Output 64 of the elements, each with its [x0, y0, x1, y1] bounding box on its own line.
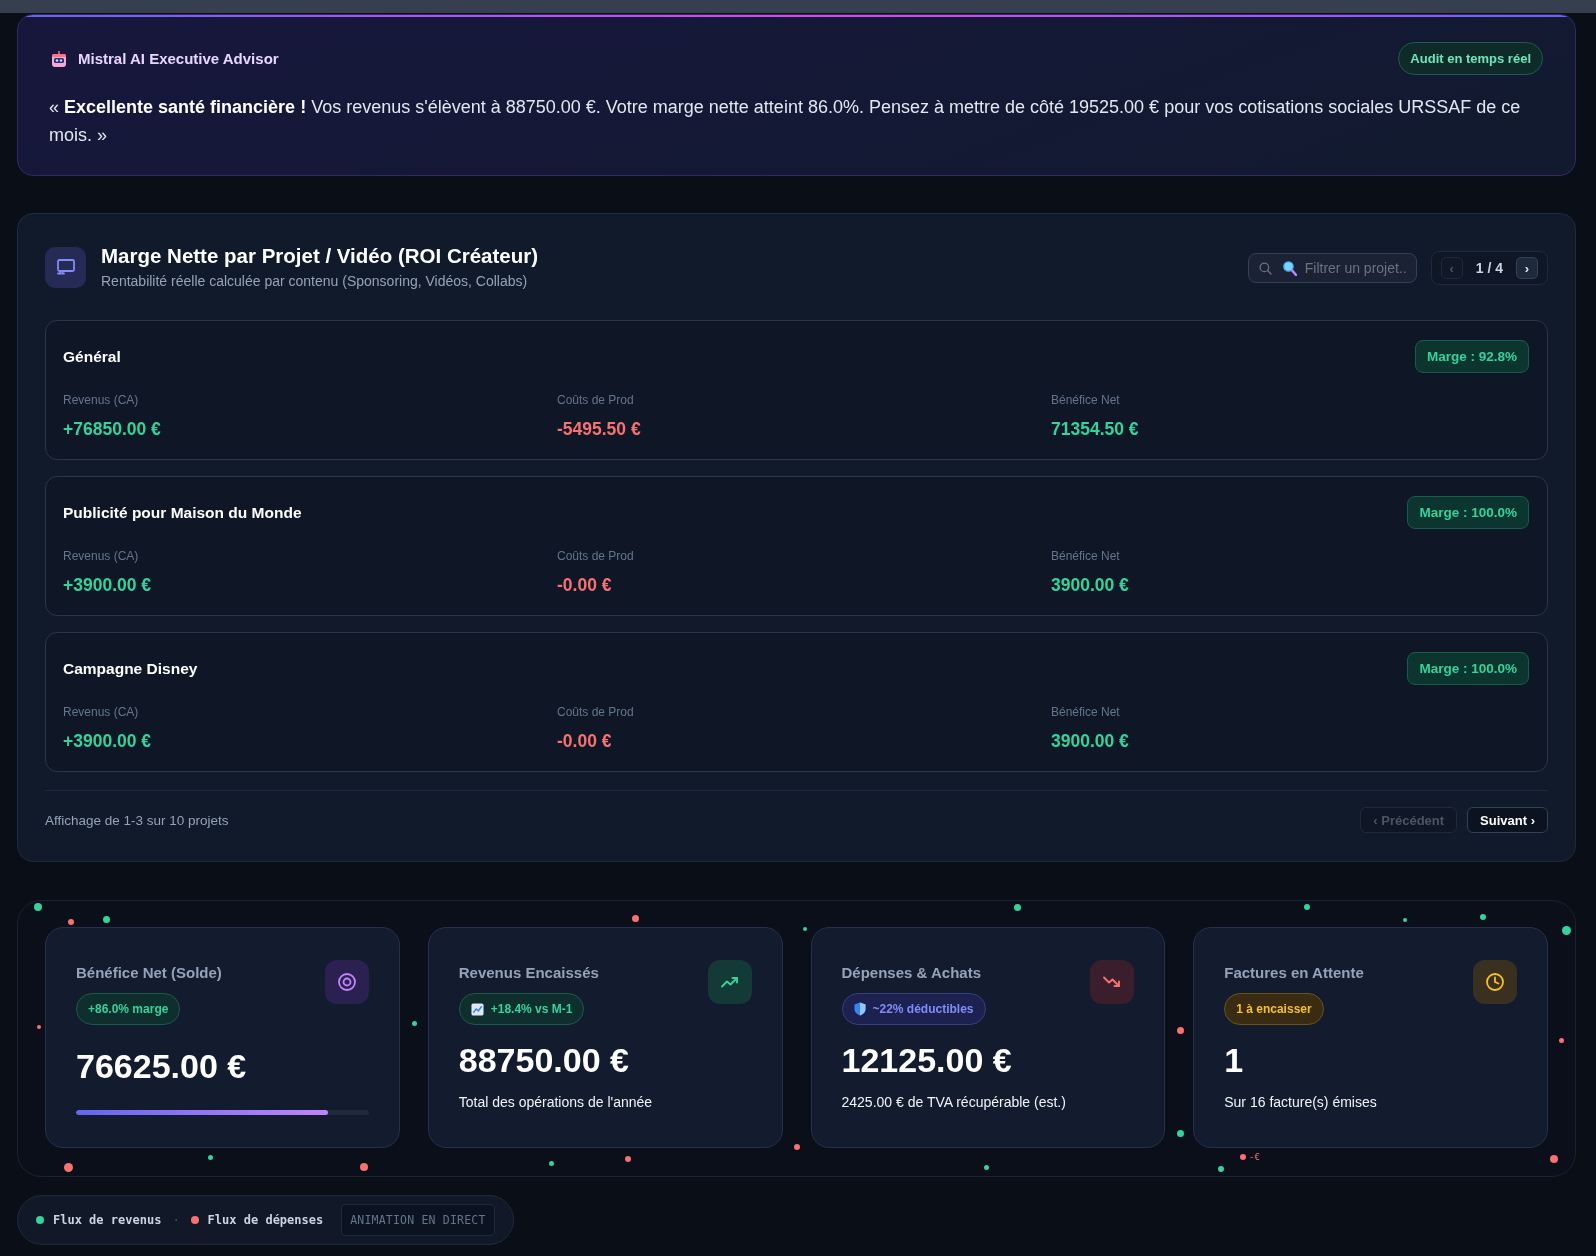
target-icon: [324, 960, 369, 1004]
metric-value: -0.00 €: [557, 574, 612, 596]
stat-value: 76625.00 €: [76, 1046, 247, 1086]
metric-value: +3900.00 €: [63, 730, 152, 752]
pagination-summary: Affichage de 1-3 sur 10 projets: [45, 812, 229, 828]
stat-title: Dépenses & Achats: [841, 963, 981, 983]
stat-value: 1: [1224, 1040, 1244, 1080]
panel-subtitle: Rentabilité réelle calculée par contenu (Sponsoring, Vidéos, Collabs): [101, 271, 528, 290]
advisor-message: « Excellente santé financière ! Vos revenus s'élèvent à 88750.00 €. Votre marge nette atteint 86.0%. Pensez à mettre de côté 19525.00 € pour vos cotisations sociales URSSAF de ce mois. »: [49, 96, 1522, 147]
animation-tag: ANIMATION EN DIRECT: [341, 1204, 495, 1236]
margin-badge: Marge : 92.8%: [1414, 340, 1529, 373]
metric-label: Coûts de Prod: [557, 704, 634, 720]
advisor-title: Mistral AI Executive Advisor: [78, 50, 279, 67]
metric-value: +3900.00 €: [63, 574, 152, 596]
stat-note: Sur 16 facture(s) émises: [1224, 1093, 1377, 1112]
metric-value: 71354.50 €: [1051, 418, 1139, 440]
monitor-icon: [45, 246, 86, 288]
metric-label: Bénéfice Net: [1051, 548, 1120, 564]
magnifying-glass-icon: [1282, 261, 1297, 276]
stat-value: 12125.00 €: [841, 1040, 1012, 1080]
stat-note: Total des opérations de l'année: [458, 1093, 653, 1112]
stat-title: Revenus Encaissés: [458, 963, 599, 983]
chart-icon: [470, 1002, 484, 1016]
metric-value: +76850.00 €: [63, 418, 161, 440]
search-icon: [1258, 262, 1272, 275]
stat-title: Factures en Attente: [1224, 963, 1364, 983]
badge-text: ~22% déductibles: [872, 1002, 974, 1016]
stat-badge: 1 à encaisser: [1224, 993, 1324, 1025]
shield-icon: [853, 1002, 866, 1016]
project-name: Campagne Disney: [63, 659, 198, 678]
trend-up-icon: [707, 960, 752, 1004]
metric-label: Coûts de Prod: [557, 392, 634, 408]
legend-label: Flux de dépenses: [207, 1213, 324, 1227]
metric-label: Bénéfice Net: [1051, 392, 1120, 408]
panel-title: Marge Nette par Projet / Vidéo (ROI Créateur): [101, 242, 539, 269]
metric-value: 3900.00 €: [1051, 574, 1129, 596]
badge-text: +18.4% vs M-1: [490, 1002, 573, 1016]
margin-badge: Marge : 100.0%: [1407, 496, 1529, 529]
status-badge: Audit en temps réel: [1398, 42, 1543, 75]
project-name: Publicité pour Maison du Monde: [63, 503, 302, 522]
metric-value: -5495.50 €: [557, 418, 641, 440]
metric-label: Coûts de Prod: [557, 548, 634, 564]
flow-label: -€: [1249, 1151, 1260, 1163]
metric-label: Revenus (CA): [63, 392, 139, 408]
metric-label: Revenus (CA): [63, 704, 139, 720]
clock-icon: [1473, 960, 1517, 1004]
trend-down-icon: [1090, 960, 1135, 1004]
robot-icon: [51, 50, 67, 67]
page-indicator: 1 / 4: [1475, 260, 1503, 276]
stat-value: 88750.00 €: [458, 1040, 629, 1080]
metric-value: 3900.00 €: [1051, 730, 1129, 752]
project-name: Général: [63, 347, 121, 366]
search-field[interactable]: Filtrer un projet..: [1247, 253, 1417, 283]
margin-badge: Marge : 100.0%: [1407, 652, 1529, 685]
metric-label: Bénéfice Net: [1051, 704, 1120, 720]
legend-label: Flux de revenus: [53, 1213, 162, 1227]
stat-title: Bénéfice Net (Solde): [76, 963, 222, 983]
metric-label: Revenus (CA): [63, 548, 139, 564]
stat-badge: +86.0% marge: [76, 993, 181, 1025]
legend-separator: ·: [172, 1213, 180, 1227]
next-page-button[interactable]: ›: [1516, 257, 1538, 279]
next-button[interactable]: Suivant ›: [1467, 807, 1548, 833]
metric-value: -0.00 €: [557, 730, 612, 752]
stat-note: 2425.00 € de TVA récupérable (est.): [841, 1093, 1066, 1112]
